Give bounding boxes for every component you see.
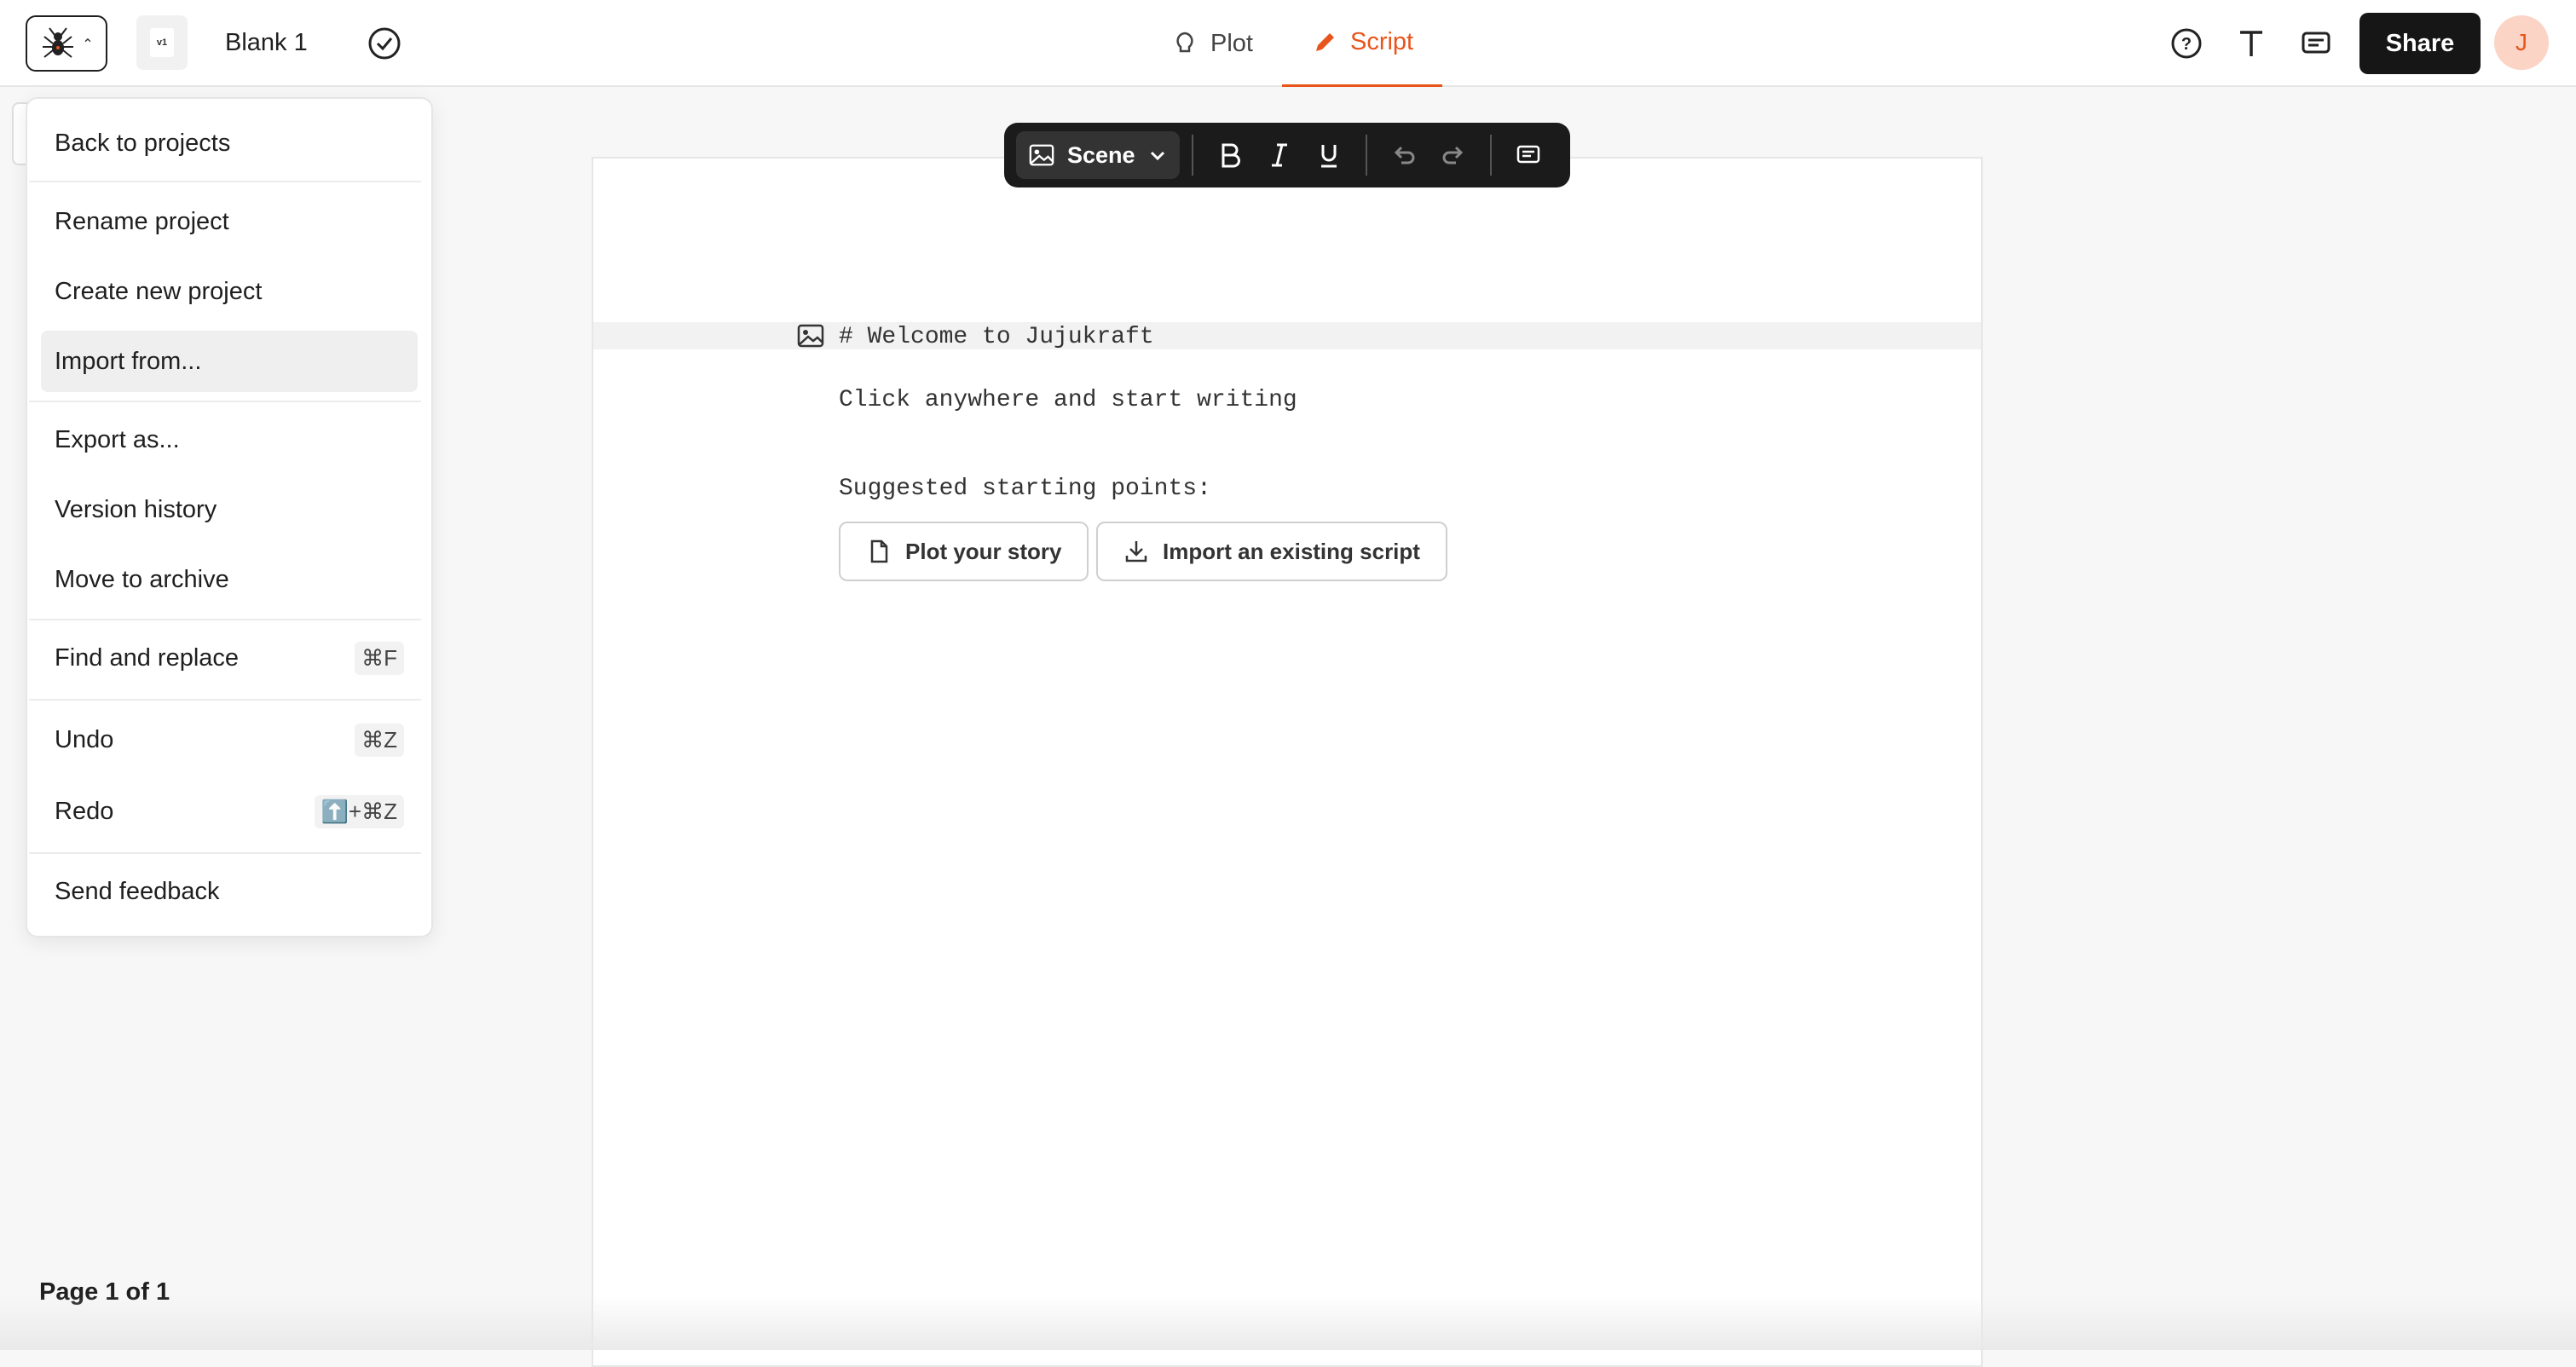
menu-item-label: Rename project [55, 207, 229, 235]
document-icon [870, 539, 888, 563]
tab-plot-label: Plot [1210, 29, 1253, 57]
menu-divider [29, 699, 421, 701]
bold-button[interactable] [1205, 131, 1255, 179]
menu-item-import-from[interactable]: Import from... [41, 331, 418, 392]
bold-icon [1222, 143, 1240, 168]
top-bar: ⌃ v1 Blank 1 Plot Script ? Share J [0, 0, 2576, 87]
comment-icon [1516, 145, 1539, 164]
shortcut-hint: ⌘F [355, 641, 404, 675]
chevron-up-icon: ⌃ [82, 37, 94, 52]
menu-item-back-to-projects[interactable]: Back to projects [41, 112, 418, 174]
block-type-select[interactable]: Scene [1016, 131, 1180, 179]
menu-item-undo[interactable]: Undo ⌘Z [41, 709, 418, 770]
intro-text[interactable]: Click anywhere and start writing [839, 387, 1297, 413]
app-menu-button[interactable]: ⌃ [26, 15, 107, 72]
shortcut-hint: ⬆️+⌘Z [314, 794, 404, 828]
plot-your-story-label: Plot your story [905, 538, 1062, 564]
menu-item-create-new-project[interactable]: Create new project [41, 261, 418, 322]
menu-item-label: Redo [55, 797, 114, 825]
menu-item-version-history[interactable]: Version history [41, 479, 418, 540]
svg-text:?: ? [2181, 35, 2192, 54]
toolbar-divider [1191, 135, 1193, 176]
underline-icon [1320, 145, 1337, 168]
formatting-toolbar: Scene [1004, 123, 1570, 187]
redo-button[interactable] [1429, 131, 1478, 179]
menu-item-redo[interactable]: Redo ⬆️+⌘Z [41, 781, 418, 842]
view-tabs: Plot Script [1142, 0, 1443, 87]
pencil-icon [1315, 32, 1334, 51]
chevron-down-icon [1150, 151, 1164, 161]
import-script-button[interactable]: Import an existing script [1096, 522, 1447, 581]
import-script-label: Import an existing script [1163, 538, 1420, 564]
toolbar-divider [1489, 135, 1492, 176]
menu-divider [29, 181, 421, 182]
tab-script-label: Script [1349, 28, 1414, 55]
plot-your-story-button[interactable]: Plot your story [839, 522, 1089, 581]
menu-item-label: Version history [55, 495, 217, 523]
menu-item-label: Find and replace [55, 643, 240, 672]
tab-script[interactable]: Script [1281, 0, 1443, 87]
help-icon[interactable]: ? [2169, 26, 2204, 61]
image-icon[interactable] [796, 322, 825, 349]
suggested-label: Suggested starting points: [839, 476, 1211, 502]
menu-divider [29, 619, 421, 620]
lightbulb-icon [1176, 32, 1193, 53]
redo-icon [1442, 146, 1463, 164]
download-icon [1125, 541, 1147, 562]
menu-item-label: Send feedback [55, 877, 220, 905]
underline-button[interactable] [1304, 131, 1354, 179]
project-title[interactable]: Blank 1 [225, 29, 308, 57]
comment-icon[interactable] [2298, 26, 2334, 61]
version-button[interactable]: v1 [136, 15, 188, 70]
tab-plot[interactable]: Plot [1142, 0, 1282, 87]
menu-divider [29, 401, 421, 402]
menu-item-label: Undo [55, 725, 114, 753]
check-circle-icon [368, 27, 401, 60]
version-label: v1 [150, 28, 174, 57]
italic-icon [1271, 143, 1287, 167]
menu-item-label: Import from... [55, 347, 202, 375]
toolbar-divider [1365, 135, 1367, 176]
avatar[interactable]: J [2494, 15, 2549, 70]
menu-item-label: Export as... [55, 425, 180, 453]
menu-item-label: Move to archive [55, 565, 229, 593]
spider-logo-icon [43, 27, 74, 58]
undo-button[interactable] [1379, 131, 1429, 179]
scene-heading[interactable]: # Welcome to Jujukraft [839, 324, 1154, 350]
page-indicator: Page 1 of 1 [39, 1278, 170, 1306]
block-type-label: Scene [1067, 141, 1135, 168]
add-comment-button[interactable] [1504, 131, 1553, 179]
menu-item-rename-project[interactable]: Rename project [41, 191, 418, 252]
typography-icon[interactable] [2233, 26, 2269, 61]
undo-icon [1394, 146, 1415, 164]
menu-item-send-feedback[interactable]: Send feedback [41, 861, 418, 922]
italic-button[interactable] [1255, 131, 1304, 179]
shortcut-hint: ⌘Z [355, 723, 404, 757]
image-icon [1029, 144, 1054, 166]
menu-item-find-and-replace[interactable]: Find and replace ⌘F [41, 627, 418, 689]
menu-item-label: Create new project [55, 277, 263, 305]
share-button[interactable]: Share [2359, 13, 2481, 74]
menu-item-label: Back to projects [55, 129, 231, 157]
menu-item-move-to-archive[interactable]: Move to archive [41, 549, 418, 610]
menu-divider [29, 852, 421, 854]
menu-item-export-as[interactable]: Export as... [41, 409, 418, 470]
